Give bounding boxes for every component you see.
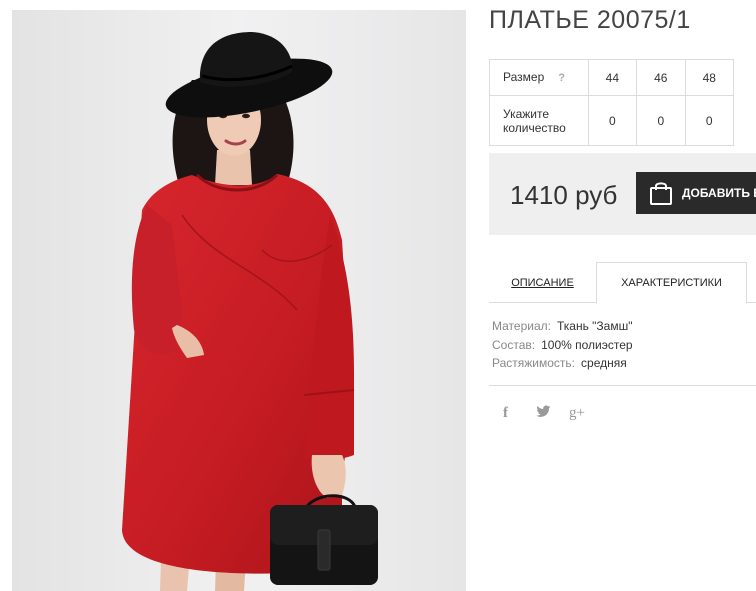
price-box: 1410 руб ДОБАВИТЬ В КОРЗИНУ (489, 153, 756, 235)
quantity-label-cell: Укажите количество (489, 95, 589, 146)
add-to-cart-button[interactable]: ДОБАВИТЬ В КОРЗИНУ (636, 172, 756, 214)
quantity-row: Укажите количество 0 0 0 (489, 95, 735, 146)
facebook-icon[interactable]: f (503, 405, 536, 422)
size-help-icon[interactable]: ? (558, 72, 565, 84)
add-to-cart-label: ДОБАВИТЬ В КОРЗИНУ (682, 186, 756, 200)
product-photo[interactable] (12, 10, 466, 591)
spec-key: Растяжимость: (492, 356, 576, 370)
size-row: Размер? 44 46 48 (489, 59, 735, 96)
spec-row-composition: Состав: 100% полиэстер (492, 336, 633, 355)
shopping-bag-icon (650, 182, 672, 205)
quantity-input-44[interactable]: 0 (587, 95, 638, 146)
spec-key: Состав: (492, 337, 536, 352)
spec-value: Ткань "Замш" (556, 319, 633, 333)
quantity-input-46[interactable]: 0 (636, 95, 686, 146)
characteristics-list: Материал: Ткань "Замш" Состав: 100% полиэс… (492, 317, 633, 373)
size-label: Размер (503, 70, 545, 84)
tab-characteristics[interactable]: ХАРАКТЕРИСТИКИ (596, 262, 747, 304)
size-label-cell: Размер? (489, 59, 589, 96)
twitter-bird-icon (536, 405, 551, 417)
size-quantity-table: Размер? 44 46 48 Укажите количество 0 0 … (489, 59, 735, 146)
spec-value: 100% полиэстер (541, 337, 633, 352)
spec-value: средняя (581, 356, 627, 370)
product-photo-illustration (12, 10, 466, 591)
social-share: f g+ (503, 405, 602, 422)
spec-row-stretch: Растяжимость: средняя (492, 354, 633, 373)
size-46: 46 (636, 59, 686, 96)
spec-row-material: Материал: Ткань "Замш" (492, 317, 633, 336)
product-title: ПЛАТЬЕ 20075/1 (489, 6, 691, 34)
product-price: 1410 руб (510, 180, 618, 210)
divider (489, 385, 756, 386)
spec-key: Материал: (492, 319, 551, 333)
product-tabs: ОПИСАНИЕ ХАРАКТЕРИСТИКИ (489, 262, 756, 304)
quantity-label-line2: количество (503, 120, 566, 135)
google-plus-icon[interactable]: g+ (569, 405, 602, 422)
size-48: 48 (684, 59, 735, 96)
tab-description[interactable]: ОПИСАНИЕ (489, 262, 596, 303)
quantity-label-line1: Укажите (503, 106, 550, 121)
size-44: 44 (587, 59, 638, 96)
twitter-icon[interactable] (536, 405, 569, 422)
quantity-input-48[interactable]: 0 (684, 95, 735, 146)
